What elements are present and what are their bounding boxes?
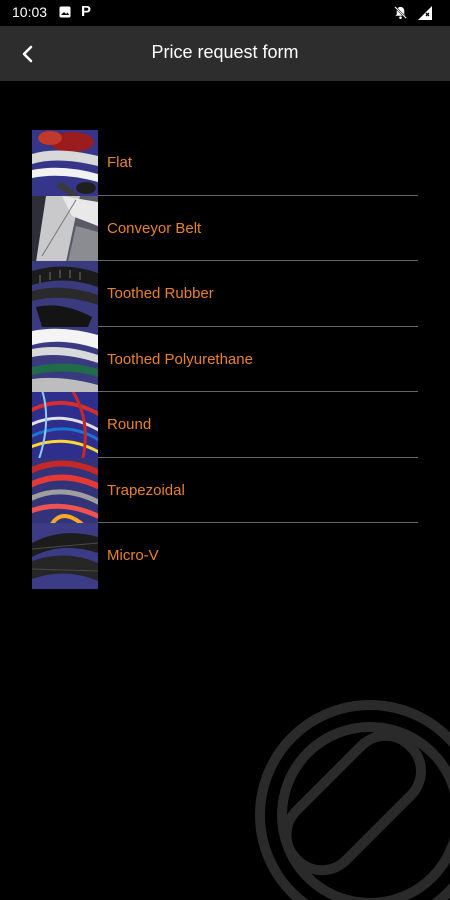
- item-label: Flat: [107, 154, 133, 172]
- status-bar: 10:03 P: [0, 0, 450, 26]
- list-item-trapezoidal[interactable]: Trapezoidal: [32, 457, 418, 523]
- status-time: 10:03: [12, 4, 48, 20]
- bell-off-icon: [394, 6, 407, 19]
- micro-v-thumbnail: [32, 523, 98, 589]
- conveyor-belt-thumbnail: [32, 195, 98, 261]
- watermark-logo: [255, 700, 450, 900]
- screen: 10:03 P Price request form Flat Conveyor…: [0, 0, 450, 900]
- image-icon: [59, 6, 71, 18]
- toothed-rubber-thumbnail: [32, 261, 98, 327]
- list-item-toothed-polyurethane[interactable]: Toothed Polyurethane: [32, 326, 418, 392]
- belt-type-list: Flat Conveyor Belt Toothed Rubber Toothe…: [32, 130, 418, 589]
- list-item-flat[interactable]: Flat: [32, 130, 418, 196]
- item-label: Trapezoidal: [107, 481, 185, 499]
- p-icon: P: [81, 3, 92, 20]
- item-label: Micro-V: [107, 547, 159, 565]
- item-label: Toothed Polyurethane: [107, 350, 253, 368]
- list-item-micro-v[interactable]: Micro-V: [32, 523, 418, 589]
- flat-belt-thumbnail: [32, 130, 98, 196]
- item-label: Conveyor Belt: [107, 219, 202, 237]
- toothed-polyurethane-thumbnail: [32, 326, 98, 392]
- round-belt-thumbnail: [32, 392, 98, 458]
- app-bar: Price request form: [0, 26, 450, 81]
- item-label: Toothed Rubber: [107, 285, 214, 303]
- item-label: Round: [107, 416, 152, 434]
- trapezoidal-belt-thumbnail: [32, 457, 98, 523]
- signal-icon: [418, 6, 432, 20]
- list-item-toothed-rubber[interactable]: Toothed Rubber: [32, 261, 418, 327]
- list-item-conveyor-belt[interactable]: Conveyor Belt: [32, 195, 418, 261]
- list-item-round[interactable]: Round: [32, 392, 418, 458]
- page-title: Price request form: [151, 42, 299, 62]
